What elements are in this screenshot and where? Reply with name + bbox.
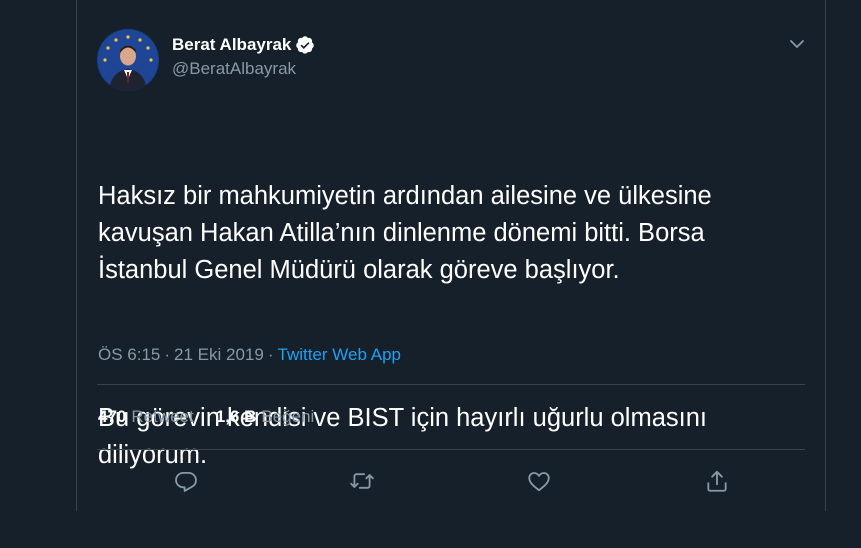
likes-label: Beğeni bbox=[261, 407, 315, 426]
divider bbox=[97, 384, 805, 385]
share-icon[interactable] bbox=[704, 468, 730, 494]
likes-stat[interactable]: 1,6 B Beğeni bbox=[216, 407, 315, 427]
retweets-count: 470 bbox=[98, 407, 127, 426]
avatar[interactable] bbox=[97, 29, 159, 91]
meta-separator: · bbox=[267, 345, 274, 364]
divider bbox=[97, 449, 805, 450]
reply-icon[interactable] bbox=[173, 468, 199, 494]
verified-badge-icon bbox=[295, 35, 315, 55]
tweet-actions bbox=[77, 462, 827, 498]
tweet-meta: ÖS 6:15 · 21 Eki 2019 · Twitter Web App bbox=[98, 343, 401, 367]
retweets-label: Retweet bbox=[131, 407, 194, 426]
tweet-paragraph: Haksız bir mahkumiyetin ardından ailesin… bbox=[98, 182, 712, 284]
author-block[interactable]: Berat Albayrak @BeratAlbayrak bbox=[172, 33, 315, 79]
tweet-card[interactable]: Berat Albayrak @BeratAlbayrak Haksız bir… bbox=[76, 0, 826, 511]
chevron-down-icon[interactable] bbox=[789, 36, 805, 52]
tweet-time[interactable]: ÖS 6:15 bbox=[98, 345, 160, 365]
tweet-date[interactable]: 21 Eki 2019 bbox=[174, 345, 264, 365]
tweet-source-link[interactable]: Twitter Web App bbox=[278, 345, 401, 365]
heart-icon[interactable] bbox=[526, 468, 552, 494]
retweets-stat[interactable]: 470 Retweet bbox=[98, 407, 194, 427]
author-name[interactable]: Berat Albayrak bbox=[172, 35, 291, 55]
likes-count: 1,6 B bbox=[215, 407, 257, 426]
author-handle[interactable]: @BeratAlbayrak bbox=[172, 59, 315, 79]
retweet-icon[interactable] bbox=[349, 468, 375, 494]
avatar-image bbox=[97, 29, 159, 91]
tweet-stats: 470 Retweet 1,6 B Beğeni bbox=[98, 405, 336, 429]
meta-separator: · bbox=[164, 345, 171, 364]
